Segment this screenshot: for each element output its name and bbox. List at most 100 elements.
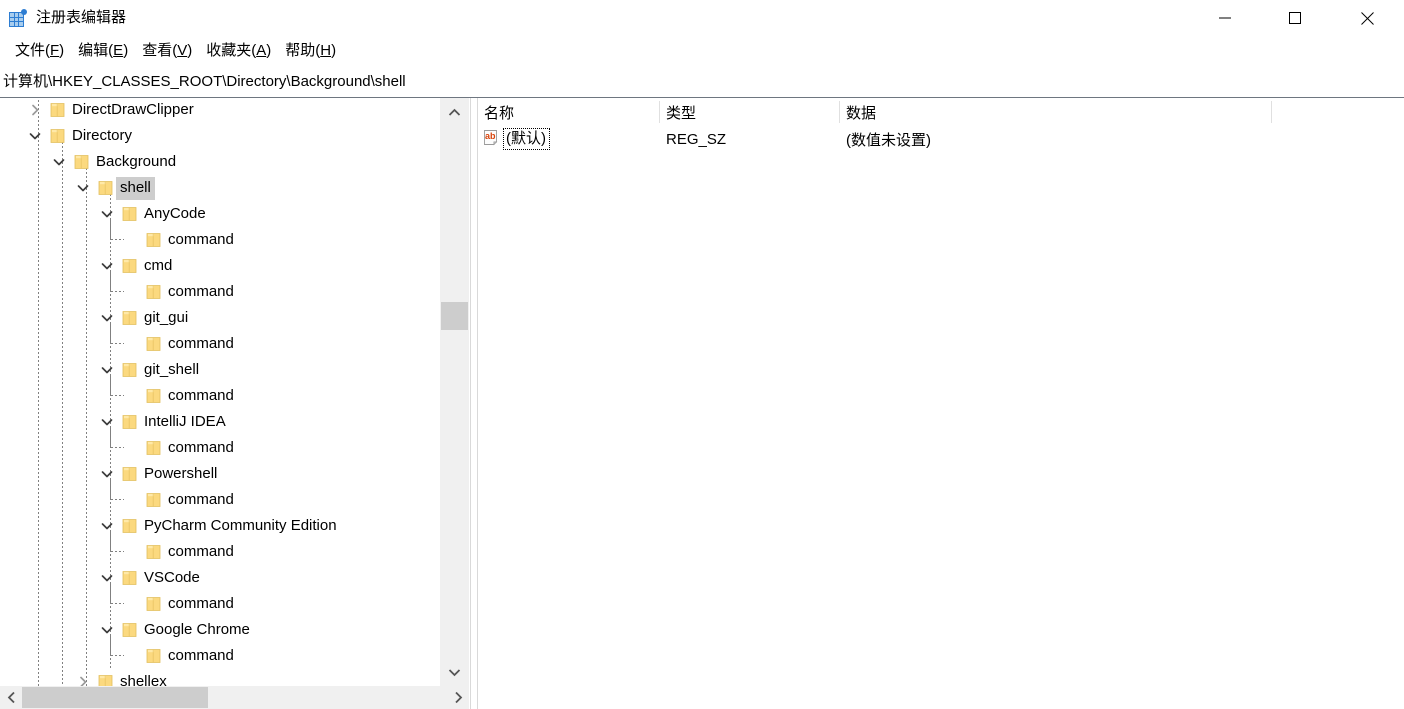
tree-node-label: command — [168, 438, 234, 456]
minimize-icon — [1219, 17, 1231, 19]
tree-node-command[interactable]: command — [0, 643, 439, 669]
menu-help[interactable]: 帮助(H) — [278, 39, 343, 63]
maximize-button[interactable] — [1260, 0, 1330, 36]
folder-icon — [50, 129, 64, 143]
tree-node-command[interactable]: command — [0, 487, 439, 513]
menu-view[interactable]: 查看(V) — [135, 39, 199, 63]
maximize-icon — [1289, 12, 1301, 24]
scroll-track-vertical[interactable] — [440, 126, 469, 658]
scroll-right-button[interactable] — [447, 686, 469, 709]
folder-icon — [142, 227, 164, 253]
scroll-thumb-horizontal[interactable] — [22, 687, 208, 708]
folder-icon — [146, 337, 160, 351]
tree-expander-expanded[interactable] — [24, 123, 46, 149]
folder-icon — [142, 331, 164, 357]
folder-icon — [118, 253, 140, 279]
tree-expander-expanded[interactable] — [96, 617, 118, 643]
tree-node-label: command — [168, 386, 234, 404]
tree-area: DirectDrawClipper Directory Background shel… — [0, 98, 469, 686]
folder-icon — [122, 571, 136, 585]
tree-node-label: shellex — [120, 672, 167, 687]
tree-vertical-scrollbar[interactable] — [439, 98, 469, 686]
tree-node-git-shell[interactable]: git_shell — [0, 357, 439, 383]
folder-icon — [122, 623, 136, 637]
tree-node-git-gui[interactable]: git_gui — [0, 305, 439, 331]
column-header-name[interactable]: 名称 — [478, 98, 660, 126]
value-row[interactable]: ab (默认) REG_SZ (数值未设置) — [478, 126, 1404, 152]
tree-node-anycode[interactable]: AnyCode — [0, 201, 439, 227]
tree-expander-expanded[interactable] — [96, 565, 118, 591]
tree-node-command[interactable]: command — [0, 539, 439, 565]
scroll-thumb-vertical[interactable] — [441, 302, 468, 330]
menu-edit-tail: ) — [123, 42, 129, 59]
folder-icon — [118, 461, 140, 487]
tree-node-command[interactable]: command — [0, 435, 439, 461]
scroll-left-button[interactable] — [0, 686, 22, 709]
tree-node-shellex[interactable]: shellex — [0, 669, 439, 686]
folder-icon — [142, 539, 164, 565]
svg-text:ab: ab — [485, 131, 496, 141]
tree-expander-expanded[interactable] — [96, 253, 118, 279]
scroll-track-horizontal[interactable] — [22, 686, 447, 709]
chevron-down-icon — [77, 184, 89, 191]
tree-expander-expanded[interactable] — [48, 149, 70, 175]
tree-node-directory[interactable]: Directory — [0, 123, 439, 149]
close-button[interactable] — [1330, 0, 1404, 36]
tree-expander-expanded[interactable] — [96, 357, 118, 383]
tree-expander-collapsed[interactable] — [72, 669, 94, 686]
menu-favorites-tail: ) — [266, 42, 272, 59]
chevron-down-icon — [448, 668, 461, 676]
tree-node-label: VSCode — [144, 568, 200, 586]
minimize-button[interactable] — [1190, 0, 1260, 36]
tree-expander-expanded[interactable] — [96, 409, 118, 435]
tree-node-command[interactable]: command — [0, 591, 439, 617]
tree-node-shell[interactable]: shell — [0, 175, 439, 201]
column-header-data[interactable]: 数据 — [840, 98, 1272, 126]
tree-expander-expanded[interactable] — [96, 201, 118, 227]
tree-node-directdrawclipper[interactable]: DirectDrawClipper — [0, 98, 439, 123]
registry-editor-window: 注册表编辑器 文件(F) 编辑(E) 查看(V) 收藏夹(A) 帮助(H) 计算… — [0, 0, 1404, 709]
tree-node-background[interactable]: Background — [0, 149, 439, 175]
tree-node-vscode[interactable]: VSCode — [0, 565, 439, 591]
menu-edit-accel: E — [113, 42, 124, 59]
tree-leaf-connector — [120, 227, 142, 253]
chevron-right-icon — [31, 104, 38, 116]
value-type-cell: REG_SZ — [660, 126, 840, 152]
tree-expander-expanded[interactable] — [96, 305, 118, 331]
tree-node-command[interactable]: command — [0, 227, 439, 253]
tree-node-label: command — [168, 646, 234, 664]
tree-node-google-chrome[interactable]: Google Chrome — [0, 617, 439, 643]
menu-file[interactable]: 文件(F) — [8, 39, 71, 63]
column-divider-data[interactable] — [1271, 101, 1272, 123]
pane-splitter[interactable] — [470, 98, 478, 709]
menu-view-accel: V — [177, 42, 188, 59]
tree-node-cmd[interactable]: cmd — [0, 253, 439, 279]
tree-node-command[interactable]: command — [0, 279, 439, 305]
tree-node-powershell[interactable]: Powershell — [0, 461, 439, 487]
menu-edit[interactable]: 编辑(E) — [71, 39, 135, 63]
tree-node-command[interactable]: command — [0, 331, 439, 357]
tree-node-intellij-idea[interactable]: IntelliJ IDEA — [0, 409, 439, 435]
address-bar[interactable]: 计算机\HKEY_CLASSES_ROOT\Directory\Backgrou… — [0, 66, 1404, 98]
tree-expander-expanded[interactable] — [96, 513, 118, 539]
tree-leaf-connector — [120, 487, 142, 513]
tree-node-label: command — [168, 594, 234, 612]
folder-icon — [70, 149, 92, 175]
tree-node-command[interactable]: command — [0, 383, 439, 409]
value-name-cell[interactable]: ab (默认) — [478, 126, 660, 152]
tree-node-label: AnyCode — [144, 204, 206, 222]
tree-expander-expanded[interactable] — [72, 175, 94, 201]
tree-node-pycharm-community-edition[interactable]: PyCharm Community Edition — [0, 513, 439, 539]
menu-favorites[interactable]: 收藏夹(A) — [199, 39, 278, 63]
column-header-type[interactable]: 类型 — [660, 98, 840, 126]
tree-expander-expanded[interactable] — [96, 461, 118, 487]
tree-horizontal-scrollbar[interactable] — [0, 686, 469, 709]
tree-expander-collapsed[interactable] — [24, 98, 46, 123]
folder-icon — [50, 103, 64, 117]
scroll-down-button[interactable] — [440, 658, 469, 686]
scroll-up-button[interactable] — [440, 98, 469, 126]
